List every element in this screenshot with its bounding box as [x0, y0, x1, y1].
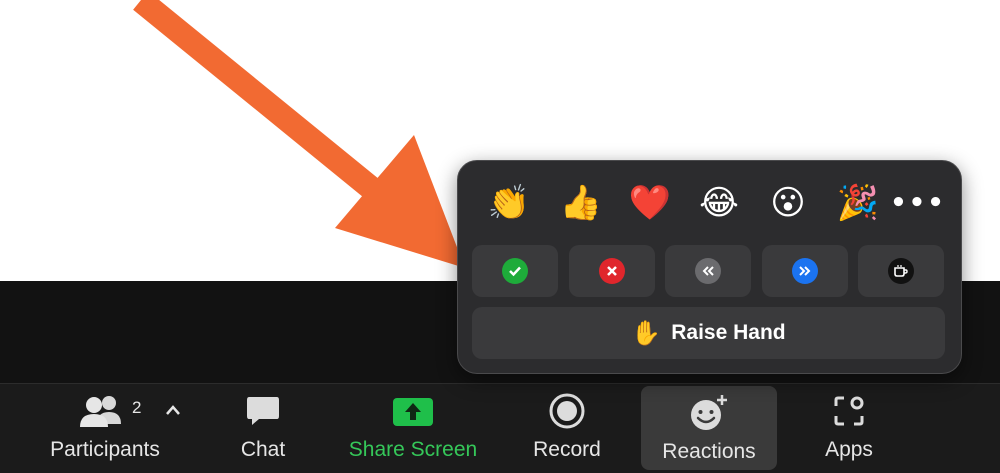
coffee-cup-icon [888, 258, 914, 284]
chat-bubble-icon [247, 397, 279, 425]
apps-button[interactable]: Apps [818, 388, 880, 468]
chat-button[interactable]: Chat [226, 388, 300, 468]
rewind-icon [695, 258, 721, 284]
reactions-button[interactable]: Reactions [641, 386, 777, 470]
tears-of-joy-emoji-button[interactable]: 😂 [691, 175, 747, 231]
share-screen-label: Share Screen [348, 438, 478, 461]
clapping-hands-emoji-button[interactable]: 👏 [481, 175, 537, 231]
apps-icon [834, 396, 864, 426]
share-screen-icon [393, 398, 433, 426]
x-icon [599, 258, 625, 284]
reactions-label: Reactions [662, 440, 756, 463]
chevron-up-icon[interactable] [165, 404, 181, 416]
no-feedback-button[interactable] [569, 245, 655, 297]
more-reactions-button[interactable]: ••• [890, 175, 946, 231]
checkmark-icon [502, 258, 528, 284]
participants-label: Participants [50, 438, 160, 461]
raised-hand-icon: ✋ [631, 319, 662, 347]
share-screen-button[interactable]: Share Screen [342, 388, 484, 468]
participants-button[interactable]: 2 Participants [46, 388, 164, 468]
yes-feedback-button[interactable] [472, 245, 558, 297]
reactions-smiley-icon [691, 395, 727, 430]
thumbs-up-emoji-button[interactable]: 👍 [553, 175, 609, 231]
apps-label: Apps [825, 438, 873, 461]
chat-label: Chat [240, 438, 286, 461]
reactions-popup: 👏 👍 ❤️ 😂 😮 🎉 ••• ✋ Raise Hand [457, 160, 962, 374]
raise-hand-label: Raise Hand [671, 321, 786, 344]
coffee-feedback-button[interactable] [858, 245, 944, 297]
raise-hand-button[interactable]: ✋ Raise Hand [472, 307, 945, 359]
participants-count: 2 [132, 398, 142, 417]
open-mouth-emoji-button[interactable]: 😮 [760, 175, 816, 231]
meeting-toolbar: 2 Participants Chat Share Screen Record … [0, 383, 1000, 473]
record-label: Record [533, 438, 601, 461]
record-icon [549, 393, 585, 429]
red-heart-emoji-button[interactable]: ❤️ [622, 175, 678, 231]
participants-icon [80, 396, 121, 427]
speed-up-feedback-button[interactable] [762, 245, 848, 297]
party-popper-emoji-button[interactable]: 🎉 [830, 175, 886, 231]
record-button[interactable]: Record [526, 388, 608, 468]
emoji-row: 👏 👍 ❤️ 😂 😮 🎉 ••• [468, 175, 951, 231]
slow-down-feedback-button[interactable] [665, 245, 751, 297]
fast-forward-icon [792, 258, 818, 284]
